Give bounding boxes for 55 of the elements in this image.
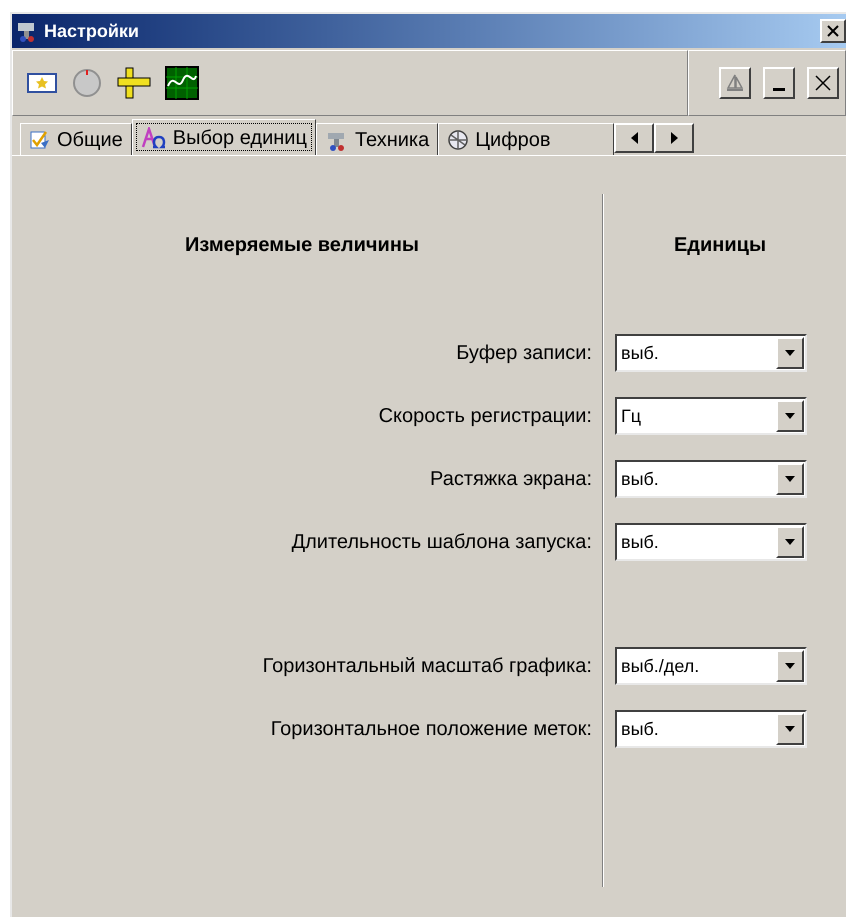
close-button[interactable] bbox=[807, 67, 839, 99]
dropdown-value: выб./дел. bbox=[620, 654, 700, 678]
dock-button[interactable] bbox=[719, 67, 751, 99]
globe-icon bbox=[447, 128, 470, 150]
field-label: Буфер записи: bbox=[456, 341, 592, 366]
dropdown-value: Гц bbox=[620, 404, 642, 428]
unit-dropdown[interactable]: выб. bbox=[615, 710, 807, 748]
tab[interactable]: Цифров bbox=[438, 123, 614, 155]
caret-icon bbox=[785, 539, 795, 545]
oscilloscope-icon[interactable] bbox=[165, 66, 199, 100]
ruler-icon[interactable] bbox=[117, 67, 151, 99]
unit-dropdown[interactable]: выб. bbox=[615, 523, 807, 561]
star-card-icon[interactable] bbox=[27, 71, 57, 95]
caret-icon bbox=[785, 726, 795, 732]
tab[interactable]: Техника bbox=[316, 123, 438, 155]
column-header: Единицы bbox=[674, 234, 766, 256]
column-header: Измеряемые величины bbox=[185, 234, 419, 256]
field-label: Скорость регистрации: bbox=[378, 404, 592, 429]
right-arrow-icon bbox=[670, 132, 678, 144]
tab-scroll-right-button[interactable] bbox=[654, 123, 694, 153]
close-icon bbox=[814, 74, 832, 92]
close-icon bbox=[827, 25, 839, 37]
checkmark-icon bbox=[29, 128, 51, 150]
dropdown-arrow-button[interactable] bbox=[776, 713, 804, 745]
dropdown-arrow-button[interactable] bbox=[776, 463, 804, 495]
minimize-icon bbox=[773, 88, 785, 90]
window-title: Настройки bbox=[44, 20, 140, 43]
dropdown-value: выб. bbox=[620, 468, 660, 490]
caret-icon bbox=[785, 476, 795, 482]
dropdown-arrow-button[interactable] bbox=[776, 526, 804, 558]
field-label: Горизонтальное положение меток: bbox=[270, 717, 592, 742]
unit-dropdown[interactable]: Гц bbox=[615, 397, 807, 435]
unit-dropdown[interactable]: выб. bbox=[615, 460, 807, 498]
left-arrow-icon bbox=[630, 132, 638, 144]
tab-scroll-left-button[interactable] bbox=[614, 123, 654, 153]
caret-icon bbox=[785, 413, 795, 419]
field-label: Длительность шаблона запуска: bbox=[292, 530, 592, 555]
dropdown-arrow-button[interactable] bbox=[776, 337, 804, 369]
sail-icon bbox=[726, 74, 744, 92]
unit-dropdown[interactable]: выб. bbox=[615, 334, 807, 372]
minimize-button[interactable] bbox=[763, 67, 795, 99]
dropdown-value: выб. bbox=[620, 718, 660, 740]
dropdown-arrow-button[interactable] bbox=[776, 400, 804, 432]
caret-icon bbox=[785, 350, 795, 356]
dropdown-arrow-button[interactable] bbox=[776, 650, 804, 682]
caret-icon bbox=[785, 663, 795, 669]
close-button[interactable] bbox=[820, 19, 846, 43]
units-icon bbox=[140, 126, 167, 148]
dropdown-value: выб. bbox=[620, 342, 660, 364]
unit-dropdown[interactable]: выб./дел. bbox=[615, 647, 807, 685]
field-label: Растяжка экрана: bbox=[430, 467, 592, 492]
field-label: Горизонтальный масштаб графика: bbox=[262, 654, 592, 679]
dropdown-value: выб. bbox=[620, 530, 660, 554]
tab[interactable]: Выбор единиц bbox=[132, 119, 316, 155]
tab[interactable]: Общие bbox=[20, 123, 132, 155]
